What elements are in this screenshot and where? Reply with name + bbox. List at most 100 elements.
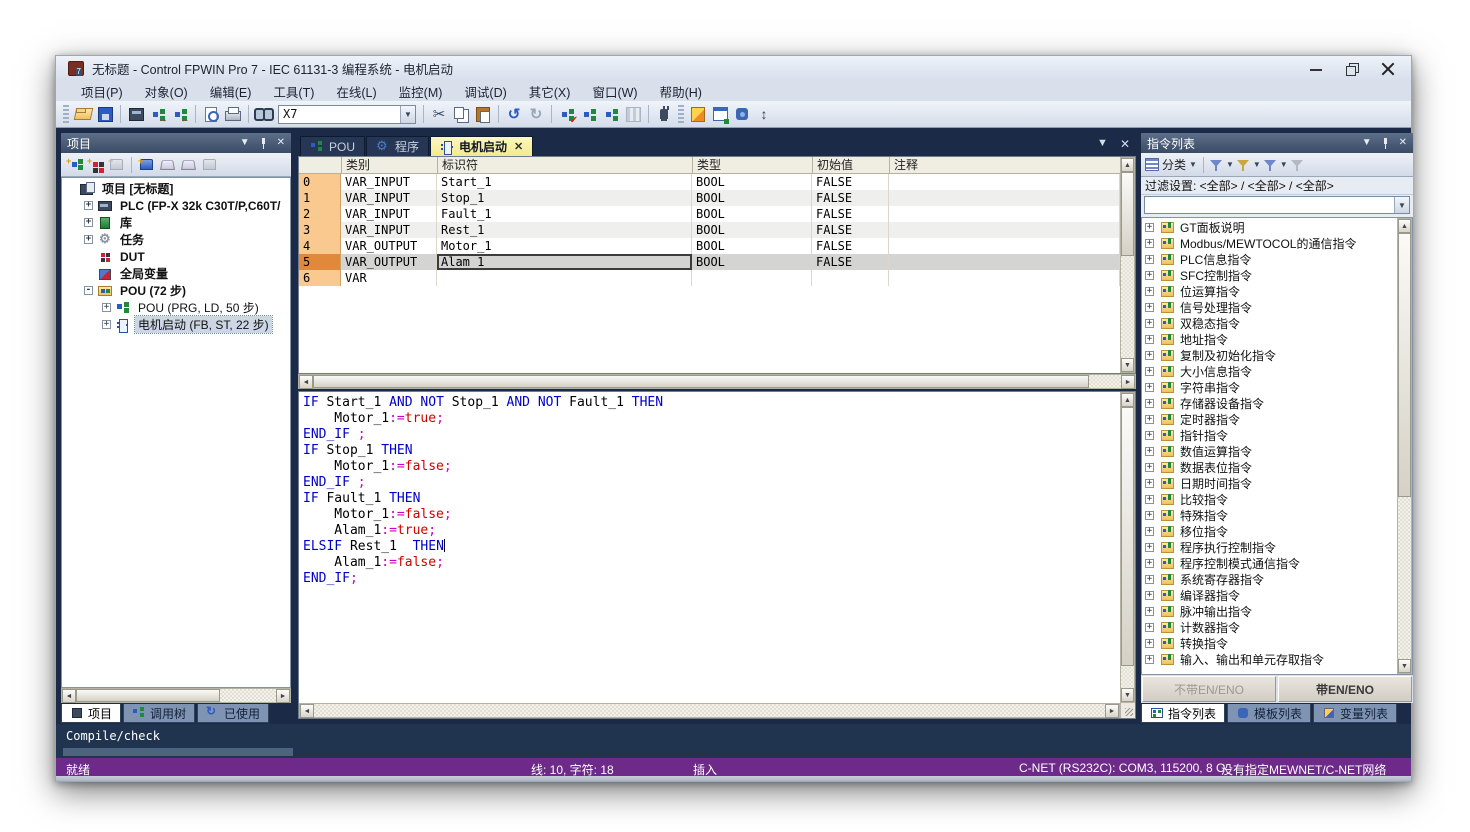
menu-item[interactable]: 对象(O) — [134, 80, 199, 103]
tree-expander-icon[interactable]: + — [1145, 239, 1154, 248]
tree-item[interactable]: +库 — [62, 214, 290, 231]
check-pou-icon[interactable] — [557, 105, 577, 124]
instruction-group[interactable]: +GT面板说明 — [1142, 219, 1397, 235]
tree-expander-icon[interactable]: + — [1145, 319, 1154, 328]
project-tab-tree[interactable]: 调用树 — [123, 704, 195, 723]
instruction-group[interactable]: +信号处理指令 — [1142, 299, 1397, 315]
instruction-group[interactable]: +特殊指令 — [1142, 507, 1397, 523]
tree-item[interactable]: +电机启动 (FB, ST, 22 步) — [62, 316, 290, 333]
grid-header-cell[interactable]: 标识符 — [437, 157, 692, 173]
grid-header-cell[interactable]: 初始值 — [812, 157, 889, 173]
chevron-down-icon[interactable]: ▼ — [1280, 160, 1288, 169]
tree-expander-icon[interactable]: + — [1145, 383, 1154, 392]
classify-label[interactable]: 分类 — [1162, 156, 1186, 173]
grid-header-cell[interactable]: 注释 — [889, 157, 1120, 173]
paste-icon[interactable] — [473, 105, 493, 124]
addon-icon[interactable] — [732, 105, 752, 124]
grid-cell[interactable] — [889, 190, 1120, 206]
tree-item[interactable]: 项目 [无标题] — [62, 180, 290, 197]
library-lock-icon[interactable] — [179, 156, 198, 174]
instruction-group[interactable]: +PLC信息指令 — [1142, 251, 1397, 267]
menu-item[interactable]: 帮助(H) — [649, 80, 713, 103]
grid-cell[interactable]: VAR_OUTPUT — [341, 238, 437, 254]
menu-item[interactable]: 编辑(E) — [199, 80, 263, 103]
grid-cell[interactable]: FALSE — [812, 238, 889, 254]
code-line[interactable]: END_IF; — [303, 571, 1120, 587]
row-number-cell[interactable]: 2 — [299, 206, 341, 222]
grid-cell[interactable] — [889, 206, 1120, 222]
chevron-down-icon[interactable]: ▼ — [1253, 160, 1261, 169]
online-plug-icon[interactable] — [654, 105, 674, 124]
classify-icon[interactable] — [1145, 158, 1159, 171]
grid-cell[interactable]: BOOL — [692, 238, 812, 254]
project-hscrollbar[interactable]: ◄ ► — [61, 688, 291, 703]
menu-item[interactable]: 项目(P) — [70, 80, 134, 103]
editor-tab[interactable]: POU — [300, 136, 365, 156]
grid-cell[interactable] — [812, 270, 889, 286]
grid-row[interactable]: 1VAR_INPUTStop_1BOOLFALSE — [299, 190, 1120, 206]
instruction-group[interactable]: +日期时间指令 — [1142, 475, 1397, 491]
tree-expander-icon[interactable]: + — [1145, 479, 1154, 488]
scroll-left-icon[interactable]: ◄ — [299, 375, 313, 389]
tree-expander-icon[interactable]: + — [1145, 335, 1154, 344]
compile-icon[interactable] — [579, 105, 599, 124]
open-library-icon[interactable] — [158, 156, 177, 174]
close-icon[interactable] — [1381, 62, 1395, 76]
new-dut-icon[interactable]: + — [86, 156, 105, 174]
menu-item[interactable]: 工具(T) — [262, 80, 325, 103]
grid-row[interactable]: 2VAR_INPUTFault_1BOOLFALSE — [299, 206, 1120, 222]
grid-cell[interactable]: FALSE — [812, 222, 889, 238]
grid-cell[interactable]: VAR_INPUT — [341, 190, 437, 206]
instruction-group[interactable]: +大小信息指令 — [1142, 363, 1397, 379]
row-number-cell[interactable]: 5 — [299, 254, 341, 270]
with-en-eno-button[interactable]: 带EN/ENO — [1278, 676, 1412, 702]
tree-expander-icon[interactable]: + — [1145, 591, 1154, 600]
save-icon[interactable] — [95, 105, 115, 124]
instruction-group[interactable]: +双稳态指令 — [1142, 315, 1397, 331]
cut-icon[interactable] — [429, 105, 449, 124]
instruction-group[interactable]: +计数器指令 — [1142, 619, 1397, 635]
tree-expander-icon[interactable]: + — [1145, 255, 1154, 264]
instruction-group[interactable]: +复制及初始化指令 — [1142, 347, 1397, 363]
tree-item[interactable]: -POU (72 步) — [62, 282, 290, 299]
grid-cell[interactable] — [692, 270, 812, 286]
filter-gold-icon[interactable] — [1237, 159, 1250, 171]
grid-cell[interactable]: FALSE — [812, 190, 889, 206]
tree-expander-icon[interactable]: + — [1145, 463, 1154, 472]
code-line[interactable]: Motor_1:=false; — [303, 507, 1120, 523]
tree-item[interactable]: +任务 — [62, 231, 290, 248]
pou-window-icon[interactable] — [710, 105, 730, 124]
chevron-down-icon[interactable]: ▼ — [1189, 160, 1197, 169]
grid-cell[interactable]: Motor_1 — [437, 238, 692, 254]
pou-export-icon[interactable] — [170, 105, 190, 124]
chevron-down-icon[interactable]: ▼ — [400, 106, 415, 123]
filter-blue-icon[interactable] — [1210, 159, 1223, 171]
instruction-group[interactable]: +脉冲输出指令 — [1142, 603, 1397, 619]
code-hscrollbar[interactable]: ◄ ► — [299, 703, 1120, 718]
tree-expander-icon[interactable]: + — [1145, 511, 1154, 520]
minimize-icon[interactable] — [1309, 62, 1323, 76]
menu-item[interactable]: 窗口(W) — [581, 80, 648, 103]
instruction-group[interactable]: +比较指令 — [1142, 491, 1397, 507]
instruction-group[interactable]: +Modbus/MEWTOCOL的通信指令 — [1142, 235, 1397, 251]
instruction-group[interactable]: +移位指令 — [1142, 523, 1397, 539]
toolbar-grip[interactable] — [678, 105, 684, 123]
editor-tab[interactable]: 程序 — [366, 136, 429, 156]
instruction-group[interactable]: +程序执行控制指令 — [1142, 539, 1397, 555]
grid-cell[interactable]: FALSE — [812, 206, 889, 222]
code-line[interactable]: END_IF ; — [303, 427, 1120, 443]
menu-item[interactable]: 监控(M) — [388, 80, 454, 103]
scroll-up-icon[interactable]: ▲ — [1121, 158, 1134, 172]
grid-cell[interactable]: BOOL — [692, 206, 812, 222]
grid-row[interactable]: 0VAR_INPUTStart_1BOOLFALSE — [299, 174, 1120, 190]
scroll-left-icon[interactable]: ◄ — [300, 704, 314, 718]
tree-expander-icon[interactable]: + — [1145, 271, 1154, 280]
instruction-tab-instr[interactable]: 指令列表 — [1141, 704, 1225, 723]
grid-cell[interactable] — [889, 254, 1120, 270]
grid-cell[interactable]: VAR_INPUT — [341, 174, 437, 190]
grid-cell[interactable] — [889, 222, 1120, 238]
instruction-group[interactable]: +数据表位指令 — [1142, 459, 1397, 475]
grid-cell[interactable]: VAR_OUTPUT — [341, 254, 437, 270]
project-tab-used[interactable]: 已使用 — [197, 704, 269, 723]
code-line[interactable]: Motor_1:=false; — [303, 459, 1120, 475]
